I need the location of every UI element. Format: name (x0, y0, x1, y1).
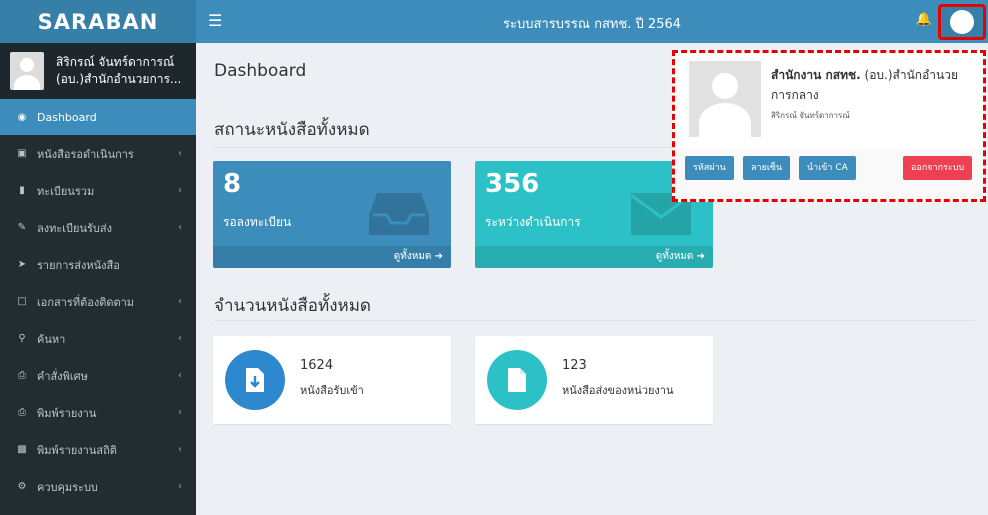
bell-icon[interactable]: 🔔 (916, 12, 932, 27)
chevron-left-icon: ‹ (178, 444, 182, 455)
sidebar-item-label: Dashboard (37, 110, 97, 124)
sidebar-item-registry[interactable]: ▮ ทะเบียนรวม ‹ (0, 172, 196, 209)
topbar: ☰ ระบบสารบรรณ กสทช. ปี 2564 🔔 (196, 0, 988, 43)
chevron-left-icon: ‹ (178, 296, 182, 307)
divider (214, 320, 974, 321)
org-name: สำนักงาน กสทช. (771, 68, 861, 82)
sidebar-item-label: ค้นหา (37, 332, 66, 346)
stat-label: ระหว่างดำเนินการ (485, 215, 581, 229)
user-name-line2: (อบ.)สำนักอำนวยการ... (56, 72, 182, 86)
book-icon: ▮ (19, 185, 25, 196)
stat-number: 8 (223, 169, 242, 199)
stat-number: 356 (485, 169, 540, 199)
inbox-icon: ▣ (17, 148, 27, 159)
gear-icon: ⚙ (17, 481, 27, 492)
stat-label: รอลงทะเบียน (223, 215, 292, 229)
sidebar-item-label: หนังสือรอดำเนินการ (37, 147, 134, 161)
chevron-left-icon: ‹ (178, 148, 182, 159)
user-subtext: สิริกรณ์ จันทร์ดาการณ์ (771, 111, 850, 120)
user-name: สิริกรณ์ จันทร์ดาการณ์ (อบ.)สำนักอำนวยกา… (56, 54, 181, 88)
section-title-count: จำนวนหนังสือทั้งหมด (214, 296, 371, 316)
sidebar-item-register[interactable]: ✎ ลงทะเบียนรับส่ง ‹ (0, 209, 196, 246)
chevron-left-icon: ‹ (178, 481, 182, 492)
chevron-left-icon: ‹ (178, 185, 182, 196)
info-number: 1624 (300, 358, 334, 373)
section-title-status: สถานะหนังสือทั้งหมด (214, 120, 370, 140)
sidebar-item-label: เอกสารที่ต้องติดตาม (37, 295, 135, 309)
sidebar-item-statistics[interactable]: ▩ พิมพ์รายงานสถิติ ‹ (0, 431, 196, 468)
edit-icon: ✎ (17, 222, 27, 233)
dashboard-icon: ◉ (17, 111, 27, 123)
stat-box-pending: 8 รอลงทะเบียน ดูทั้งหมด ➜ (213, 161, 451, 268)
info-number: 123 (562, 358, 587, 373)
bar-chart-icon: ▩ (17, 444, 27, 455)
sidebar-item-dashboard[interactable]: ◉ Dashboard (0, 99, 196, 135)
view-all-link[interactable]: ดูทั้งหมด ➜ (475, 246, 713, 268)
info-label: หนังสือรับเข้า (300, 384, 364, 397)
sidebar-item-label: ลงทะเบียนรับส่ง (37, 221, 112, 235)
sidebar-item-pending[interactable]: ▣ หนังสือรอดำเนินการ ‹ (0, 135, 196, 172)
chevron-left-icon: ‹ (178, 222, 182, 233)
sidebar-item-label: คำสั่งพิเศษ (37, 369, 88, 383)
brand-logo[interactable]: SARABAN (0, 0, 196, 43)
sidebar-item-tracking[interactable]: □ เอกสารที่ต้องติดตาม ‹ (0, 283, 196, 320)
view-all-label: ดูทั้งหมด (393, 251, 432, 262)
user-menu-button[interactable] (938, 4, 986, 40)
user-panel[interactable]: สิริกรณ์ จันทร์ดาการณ์ (อบ.)สำนักอำนวยกา… (0, 43, 196, 99)
info-label: หนังสือส่งของหน่วยงาน (562, 384, 674, 397)
page-title: Dashboard (214, 61, 307, 81)
print-icon: ⎙ (18, 407, 26, 418)
user-avatar (689, 61, 761, 137)
sidebar-item-label: ควบคุมระบบ (37, 480, 98, 494)
user-dropdown-footer: รหัสผ่าน ลายเซ็น นำเข้า CA ออกจากระบบ (675, 149, 983, 199)
topbar-title: ระบบสารบรรณ กสทช. ปี 2564 (502, 17, 682, 32)
download-file-icon (225, 350, 285, 410)
user-dropdown-header: สำนักงาน กสทช. (อบ.)สำนักอำนวยการกลาง สิ… (675, 53, 983, 149)
search-icon: ⚲ (18, 333, 26, 344)
import-ca-button[interactable]: นำเข้า CA (799, 156, 856, 180)
print-icon: ⎙ (18, 370, 26, 381)
bookmark-icon: □ (17, 296, 27, 307)
chevron-left-icon: ‹ (178, 333, 182, 344)
arrow-right-icon: ➜ (434, 251, 443, 262)
chevron-left-icon: ‹ (178, 407, 182, 418)
user-full-name: สำนักงาน กสทช. (อบ.)สำนักอำนวยการกลาง (771, 65, 976, 105)
sidebar-menu: ◉ Dashboard ▣ หนังสือรอดำเนินการ ‹ ▮ ทะเ… (0, 99, 196, 505)
sidebar-item-label: รายการส่งหนังสือ (37, 258, 120, 272)
user-name-line1: สิริกรณ์ จันทร์ดาการณ์ (56, 55, 175, 69)
info-box-incoming: 1624 หนังสือรับเข้า (213, 336, 451, 424)
sidebar-item-label: พิมพ์รายงาน (37, 406, 97, 420)
sidebar-item-send-list[interactable]: ➤ รายการส่งหนังสือ (0, 246, 196, 283)
user-avatar (10, 52, 44, 90)
file-icon (487, 350, 547, 410)
sidebar-item-print-report[interactable]: ⎙ พิมพ์รายงาน ‹ (0, 394, 196, 431)
chevron-left-icon: ‹ (178, 370, 182, 381)
sidebar-item-label: พิมพ์รายงานสถิติ (37, 443, 117, 457)
send-icon: ➤ (17, 259, 27, 270)
sidebar-item-system-control[interactable]: ⚙ ควบคุมระบบ ‹ (0, 468, 196, 505)
sidebar-item-special-order[interactable]: ⎙ คำสั่งพิเศษ ‹ (0, 357, 196, 394)
info-box-outgoing: 123 หนังสือส่งของหน่วยงาน (475, 336, 713, 424)
inbox-icon (369, 193, 429, 235)
signature-button[interactable]: ลายเซ็น (743, 156, 791, 180)
view-all-link[interactable]: ดูทั้งหมด ➜ (213, 246, 451, 268)
arrow-right-icon: ➜ (696, 251, 705, 262)
user-avatar-icon (950, 10, 974, 34)
sidebar-item-label: ทะเบียนรวม (37, 184, 95, 198)
user-dropdown: สำนักงาน กสทช. (อบ.)สำนักอำนวยการกลาง สิ… (672, 50, 986, 202)
change-password-button[interactable]: รหัสผ่าน (685, 156, 734, 180)
logout-button[interactable]: ออกจากระบบ (903, 156, 973, 180)
view-all-label: ดูทั้งหมด (655, 251, 694, 262)
sidebar-item-search[interactable]: ⚲ ค้นหา ‹ (0, 320, 196, 357)
sidebar: SARABAN สิริกรณ์ จันทร์ดาการณ์ (อบ.)สำนั… (0, 0, 196, 515)
